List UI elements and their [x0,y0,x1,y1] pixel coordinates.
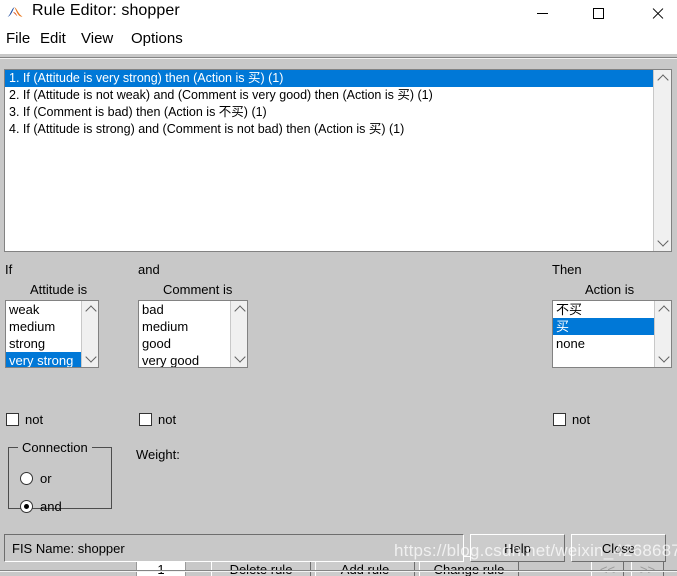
consequent-not-label: not [572,412,591,427]
client-area: 1. If (Attitude is very strong) then (Ac… [0,59,677,576]
action-listbox[interactable]: 不买 买 none [552,300,672,368]
radio-icon [20,472,33,485]
close-button[interactable]: Close [571,534,666,562]
rule-list-item[interactable]: 4. If (Attitude is strong) and (Comment … [5,121,653,138]
weight-label: Weight: [136,447,180,462]
title-bar: Rule Editor: shopper [0,0,677,27]
chevron-up-icon [657,305,670,317]
attitude-option[interactable]: medium [6,318,81,335]
window-title: Rule Editor: shopper [32,2,180,19]
comment-scrollbar[interactable] [230,301,247,367]
menu-edit[interactable]: Edit [40,30,66,47]
chevron-up-icon [84,305,97,317]
menu-bar: File Edit View Options [0,27,677,54]
minimize-button[interactable] [519,0,565,27]
chevron-down-icon [84,351,97,363]
close-window-button[interactable] [634,0,677,27]
action-options[interactable]: 不买 买 none [553,301,654,367]
checkbox-icon [6,413,19,426]
close-icon [651,7,664,20]
connection-and-label: and [40,499,62,514]
comment-options[interactable]: bad medium good very good none [139,301,230,367]
status-bar: FIS Name: shopper [4,534,464,562]
connection-or-radio[interactable]: or [20,471,52,486]
bottom-separator [0,570,677,572]
chevron-down-icon [656,235,669,247]
action-option[interactable]: none [553,335,654,352]
rule-list-item[interactable]: 3. If (Comment is bad) then (Action is 不… [5,104,653,121]
connection-or-label: or [40,471,52,486]
rule-list-scrollbar[interactable] [653,70,671,251]
chevron-up-icon [656,74,669,86]
comment-option[interactable]: very good [139,352,230,367]
scrollbar-track[interactable] [654,87,671,234]
comment-scroll-up[interactable] [231,301,247,318]
antecedent1-not-label: not [25,412,44,427]
chevron-down-icon [233,351,246,363]
consequent-connector-label: Then [552,262,582,277]
action-option[interactable]: 不买 [553,301,654,318]
attitude-option[interactable]: very strong [6,352,81,367]
checkbox-icon [139,413,152,426]
action-scroll-down[interactable] [655,350,671,367]
antecedent2-connector-label: and [138,262,160,277]
minimize-icon [536,13,548,14]
rule-editor-window: Rule Editor: shopper File Edit View Opti… [0,0,677,576]
antecedent2-not-checkbox[interactable]: not [139,412,176,427]
maximize-icon [592,8,604,19]
scroll-down-button[interactable] [654,234,671,251]
consequent-variable-label: Action is [585,282,635,297]
comment-option[interactable]: good [139,335,230,352]
connection-and-radio[interactable]: and [20,499,62,514]
chevron-up-icon [233,305,246,317]
rule-list-item[interactable]: 1. If (Attitude is very strong) then (Ac… [5,70,653,87]
scroll-up-button[interactable] [654,70,671,87]
consequent-not-checkbox[interactable]: not [553,412,590,427]
antecedent2-not-label: not [158,412,177,427]
fis-name-label: FIS Name: shopper [12,540,125,556]
attitude-scrollbar[interactable] [81,301,98,367]
antecedent1-variable-label: Attitude is [30,282,88,297]
comment-listbox[interactable]: bad medium good very good none [138,300,248,368]
checkbox-icon [553,413,566,426]
menu-view[interactable]: View [81,30,113,47]
antecedent2-variable-label: Comment is [163,282,233,297]
comment-option[interactable]: bad [139,301,230,318]
antecedent1-connector-label: If [5,262,13,277]
action-option[interactable]: 买 [553,318,654,335]
attitude-scroll-up[interactable] [82,301,98,318]
action-scrollbar[interactable] [654,301,671,367]
antecedent1-not-checkbox[interactable]: not [6,412,43,427]
chevron-down-icon [657,351,670,363]
connection-group-title: Connection [18,440,92,455]
menu-options[interactable]: Options [131,30,183,47]
matlab-membrane-icon [7,7,23,17]
action-scroll-up[interactable] [655,301,671,318]
attitude-scroll-down[interactable] [82,350,98,367]
radio-selected-icon [20,500,33,513]
rule-list[interactable]: 1. If (Attitude is very strong) then (Ac… [5,70,653,251]
maximize-button[interactable] [575,0,621,27]
comment-scroll-down[interactable] [231,350,247,367]
help-button[interactable]: Help [470,534,565,562]
attitude-options[interactable]: weak medium strong very strong none [6,301,81,367]
rule-list-panel: 1. If (Attitude is very strong) then (Ac… [4,69,672,252]
menu-file[interactable]: File [6,30,30,47]
attitude-listbox[interactable]: weak medium strong very strong none [5,300,99,368]
attitude-option[interactable]: weak [6,301,81,318]
comment-option[interactable]: medium [139,318,230,335]
attitude-option[interactable]: strong [6,335,81,352]
rule-list-item[interactable]: 2. If (Attitude is not weak) and (Commen… [5,87,653,104]
